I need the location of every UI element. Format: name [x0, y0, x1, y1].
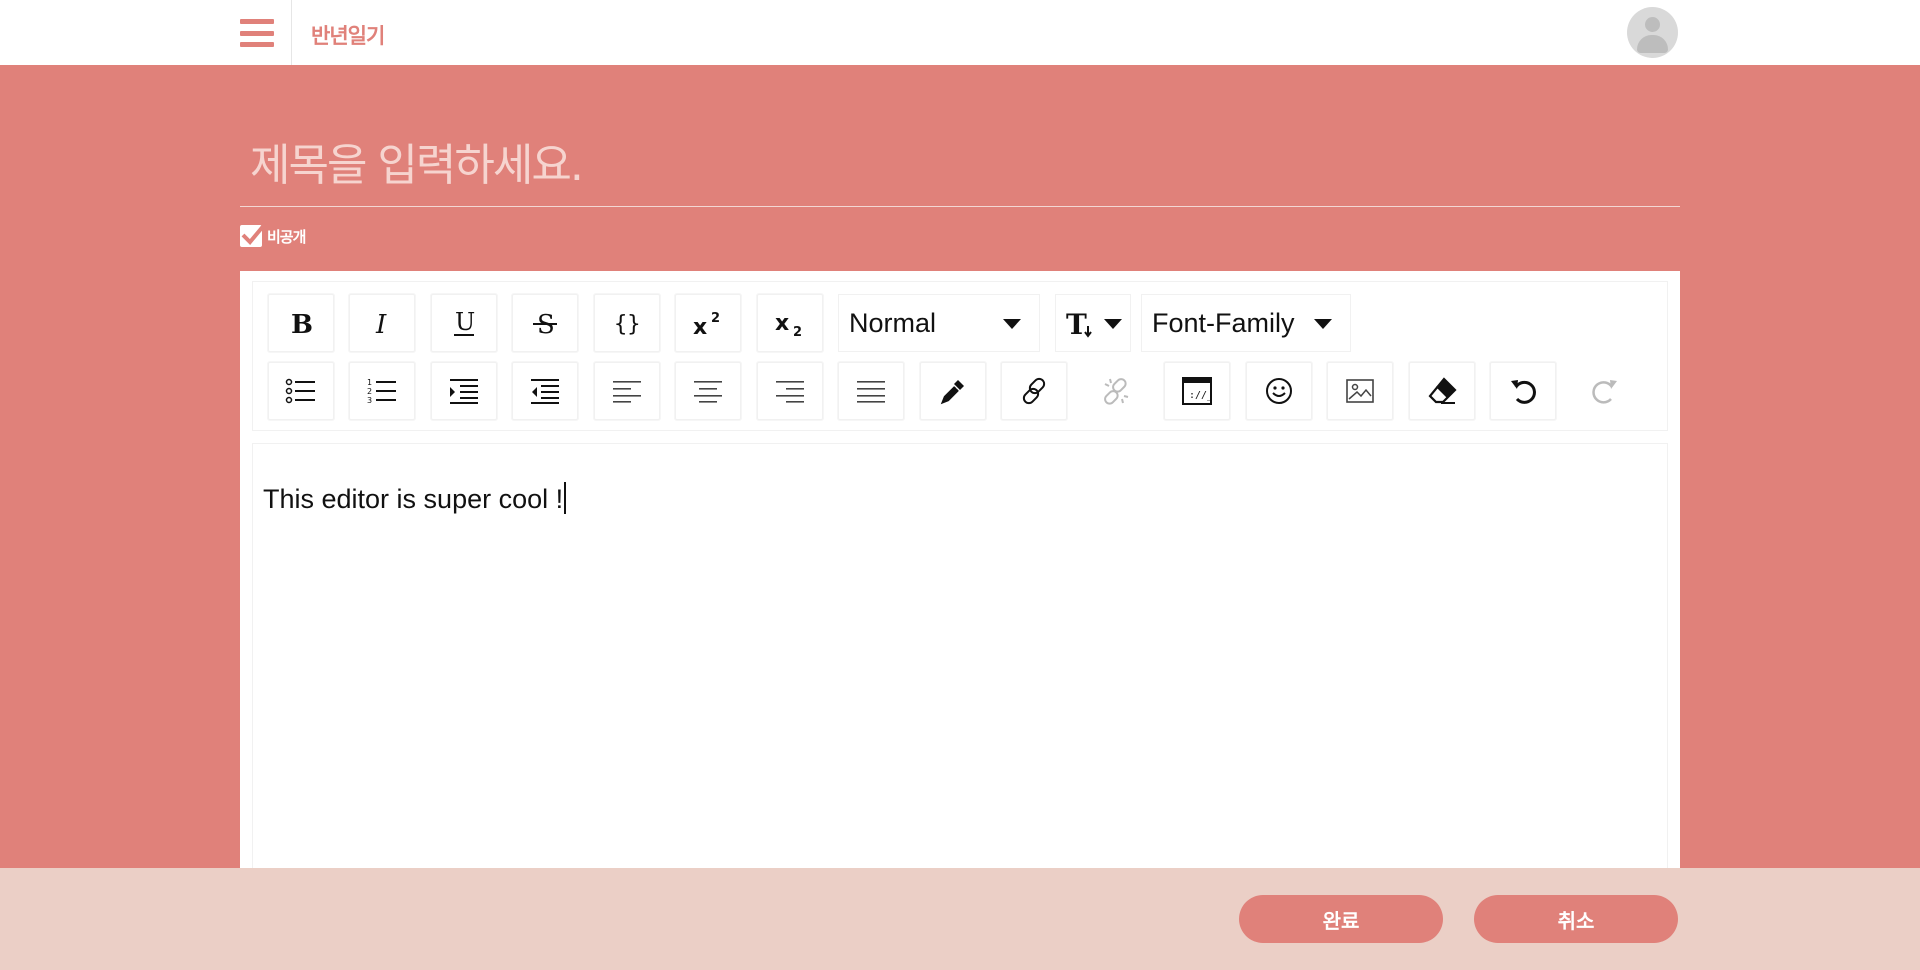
- align-right-button[interactable]: [757, 362, 823, 420]
- chevron-down-icon: [1104, 319, 1122, 329]
- undo-button[interactable]: [1490, 362, 1556, 420]
- numbered-list-icon: 1 2 3: [367, 378, 396, 405]
- checkmark-icon: [241, 222, 267, 245]
- svg-text:{}: {}: [614, 312, 641, 337]
- font-size-dropdown[interactable]: T: [1055, 294, 1131, 352]
- svg-text:2: 2: [367, 387, 372, 396]
- block-type-dropdown[interactable]: Normal: [838, 294, 1040, 352]
- nav-divider: [291, 0, 292, 65]
- outdent-icon: [531, 379, 559, 404]
- subscript-icon: x 2: [775, 311, 802, 338]
- underline-icon: U: [454, 308, 475, 336]
- align-right-icon: [776, 381, 804, 403]
- bold-icon: B: [291, 310, 313, 337]
- editor-content-area[interactable]: This editor is super cool !: [252, 443, 1668, 871]
- ordered-list-button[interactable]: 1 2 3: [349, 362, 415, 420]
- smiley-icon: [1266, 378, 1292, 404]
- svg-text:2: 2: [711, 311, 720, 326]
- eraser-icon: [1428, 377, 1457, 404]
- svg-text:1: 1: [367, 378, 372, 387]
- redo-button[interactable]: [1572, 362, 1638, 420]
- align-justify-button[interactable]: [838, 362, 904, 420]
- private-option: 비공개: [240, 222, 306, 247]
- bold-button[interactable]: B: [268, 294, 334, 352]
- superscript-icon: x 2: [693, 311, 720, 338]
- title-input[interactable]: [240, 125, 1680, 207]
- svg-text:B: B: [291, 310, 313, 337]
- private-checkbox[interactable]: [240, 222, 267, 247]
- text-cursor: [564, 482, 567, 514]
- svg-text:://_: ://_: [1189, 390, 1212, 401]
- indent-button[interactable]: [431, 362, 497, 420]
- link-icon: [1022, 377, 1046, 405]
- font-family-value: Font-Family: [1152, 307, 1295, 338]
- top-navigation-bar: 반년일기: [0, 0, 1920, 65]
- user-avatar-icon[interactable]: [1627, 7, 1678, 58]
- italic-icon: I: [375, 310, 387, 337]
- font-family-dropdown[interactable]: Font-Family: [1141, 294, 1351, 352]
- eyedropper-icon: [940, 380, 964, 405]
- align-left-icon: [613, 381, 641, 403]
- redo-icon: [1592, 380, 1617, 404]
- clear-format-button[interactable]: [1409, 362, 1475, 420]
- align-center-button[interactable]: [675, 362, 741, 420]
- svg-text:I: I: [375, 310, 387, 337]
- image-icon: [1346, 379, 1374, 403]
- action-footer: 완료 취소: [0, 868, 1920, 970]
- svg-text:T: T: [1066, 308, 1087, 338]
- image-button[interactable]: [1327, 362, 1393, 420]
- cancel-button[interactable]: 취소: [1474, 895, 1678, 943]
- bullet-list-icon: [285, 378, 315, 404]
- done-button[interactable]: 완료: [1239, 895, 1443, 943]
- code-window-icon: ://_: [1182, 377, 1212, 405]
- link-button[interactable]: [1001, 362, 1067, 420]
- chevron-down-icon: [1003, 319, 1021, 329]
- code-button[interactable]: {}: [594, 294, 660, 352]
- svg-text:U: U: [455, 308, 475, 336]
- undo-icon: [1511, 380, 1536, 404]
- editor-toolbar: B I U S {} x 2 x 2 Normal T Font-Family …: [252, 281, 1668, 431]
- strikethrough-button[interactable]: S: [512, 294, 578, 352]
- outdent-button[interactable]: [512, 362, 578, 420]
- editor-text: This editor is super cool !: [263, 484, 564, 514]
- italic-button[interactable]: I: [349, 294, 415, 352]
- subscript-button[interactable]: x 2: [757, 294, 823, 352]
- text-color-button[interactable]: [920, 362, 986, 420]
- unlink-icon: [1104, 378, 1129, 405]
- align-justify-icon: [857, 381, 885, 403]
- strikethrough-icon: S: [533, 310, 557, 338]
- svg-text:x: x: [775, 311, 789, 336]
- superscript-button[interactable]: x 2: [675, 294, 741, 352]
- hamburger-menu-icon[interactable]: [240, 19, 274, 47]
- svg-text:2: 2: [793, 325, 802, 338]
- indent-icon: [450, 379, 478, 404]
- underline-button[interactable]: U: [431, 294, 497, 352]
- embed-button[interactable]: ://_: [1164, 362, 1230, 420]
- unlink-button[interactable]: [1083, 362, 1149, 420]
- brand-title[interactable]: 반년일기: [311, 20, 385, 50]
- align-left-button[interactable]: [594, 362, 660, 420]
- svg-text:x: x: [693, 315, 707, 338]
- code-braces-icon: {}: [614, 312, 641, 337]
- font-size-icon: T: [1066, 308, 1092, 338]
- emoji-button[interactable]: [1246, 362, 1312, 420]
- align-center-icon: [694, 381, 722, 403]
- svg-text:3: 3: [367, 396, 372, 405]
- block-type-value: Normal: [849, 307, 937, 338]
- rich-text-editor: B I U S {} x 2 x 2 Normal T Font-Family …: [240, 271, 1680, 871]
- unordered-list-button[interactable]: [268, 362, 334, 420]
- private-label: 비공개: [267, 227, 306, 246]
- chevron-down-icon: [1314, 319, 1332, 329]
